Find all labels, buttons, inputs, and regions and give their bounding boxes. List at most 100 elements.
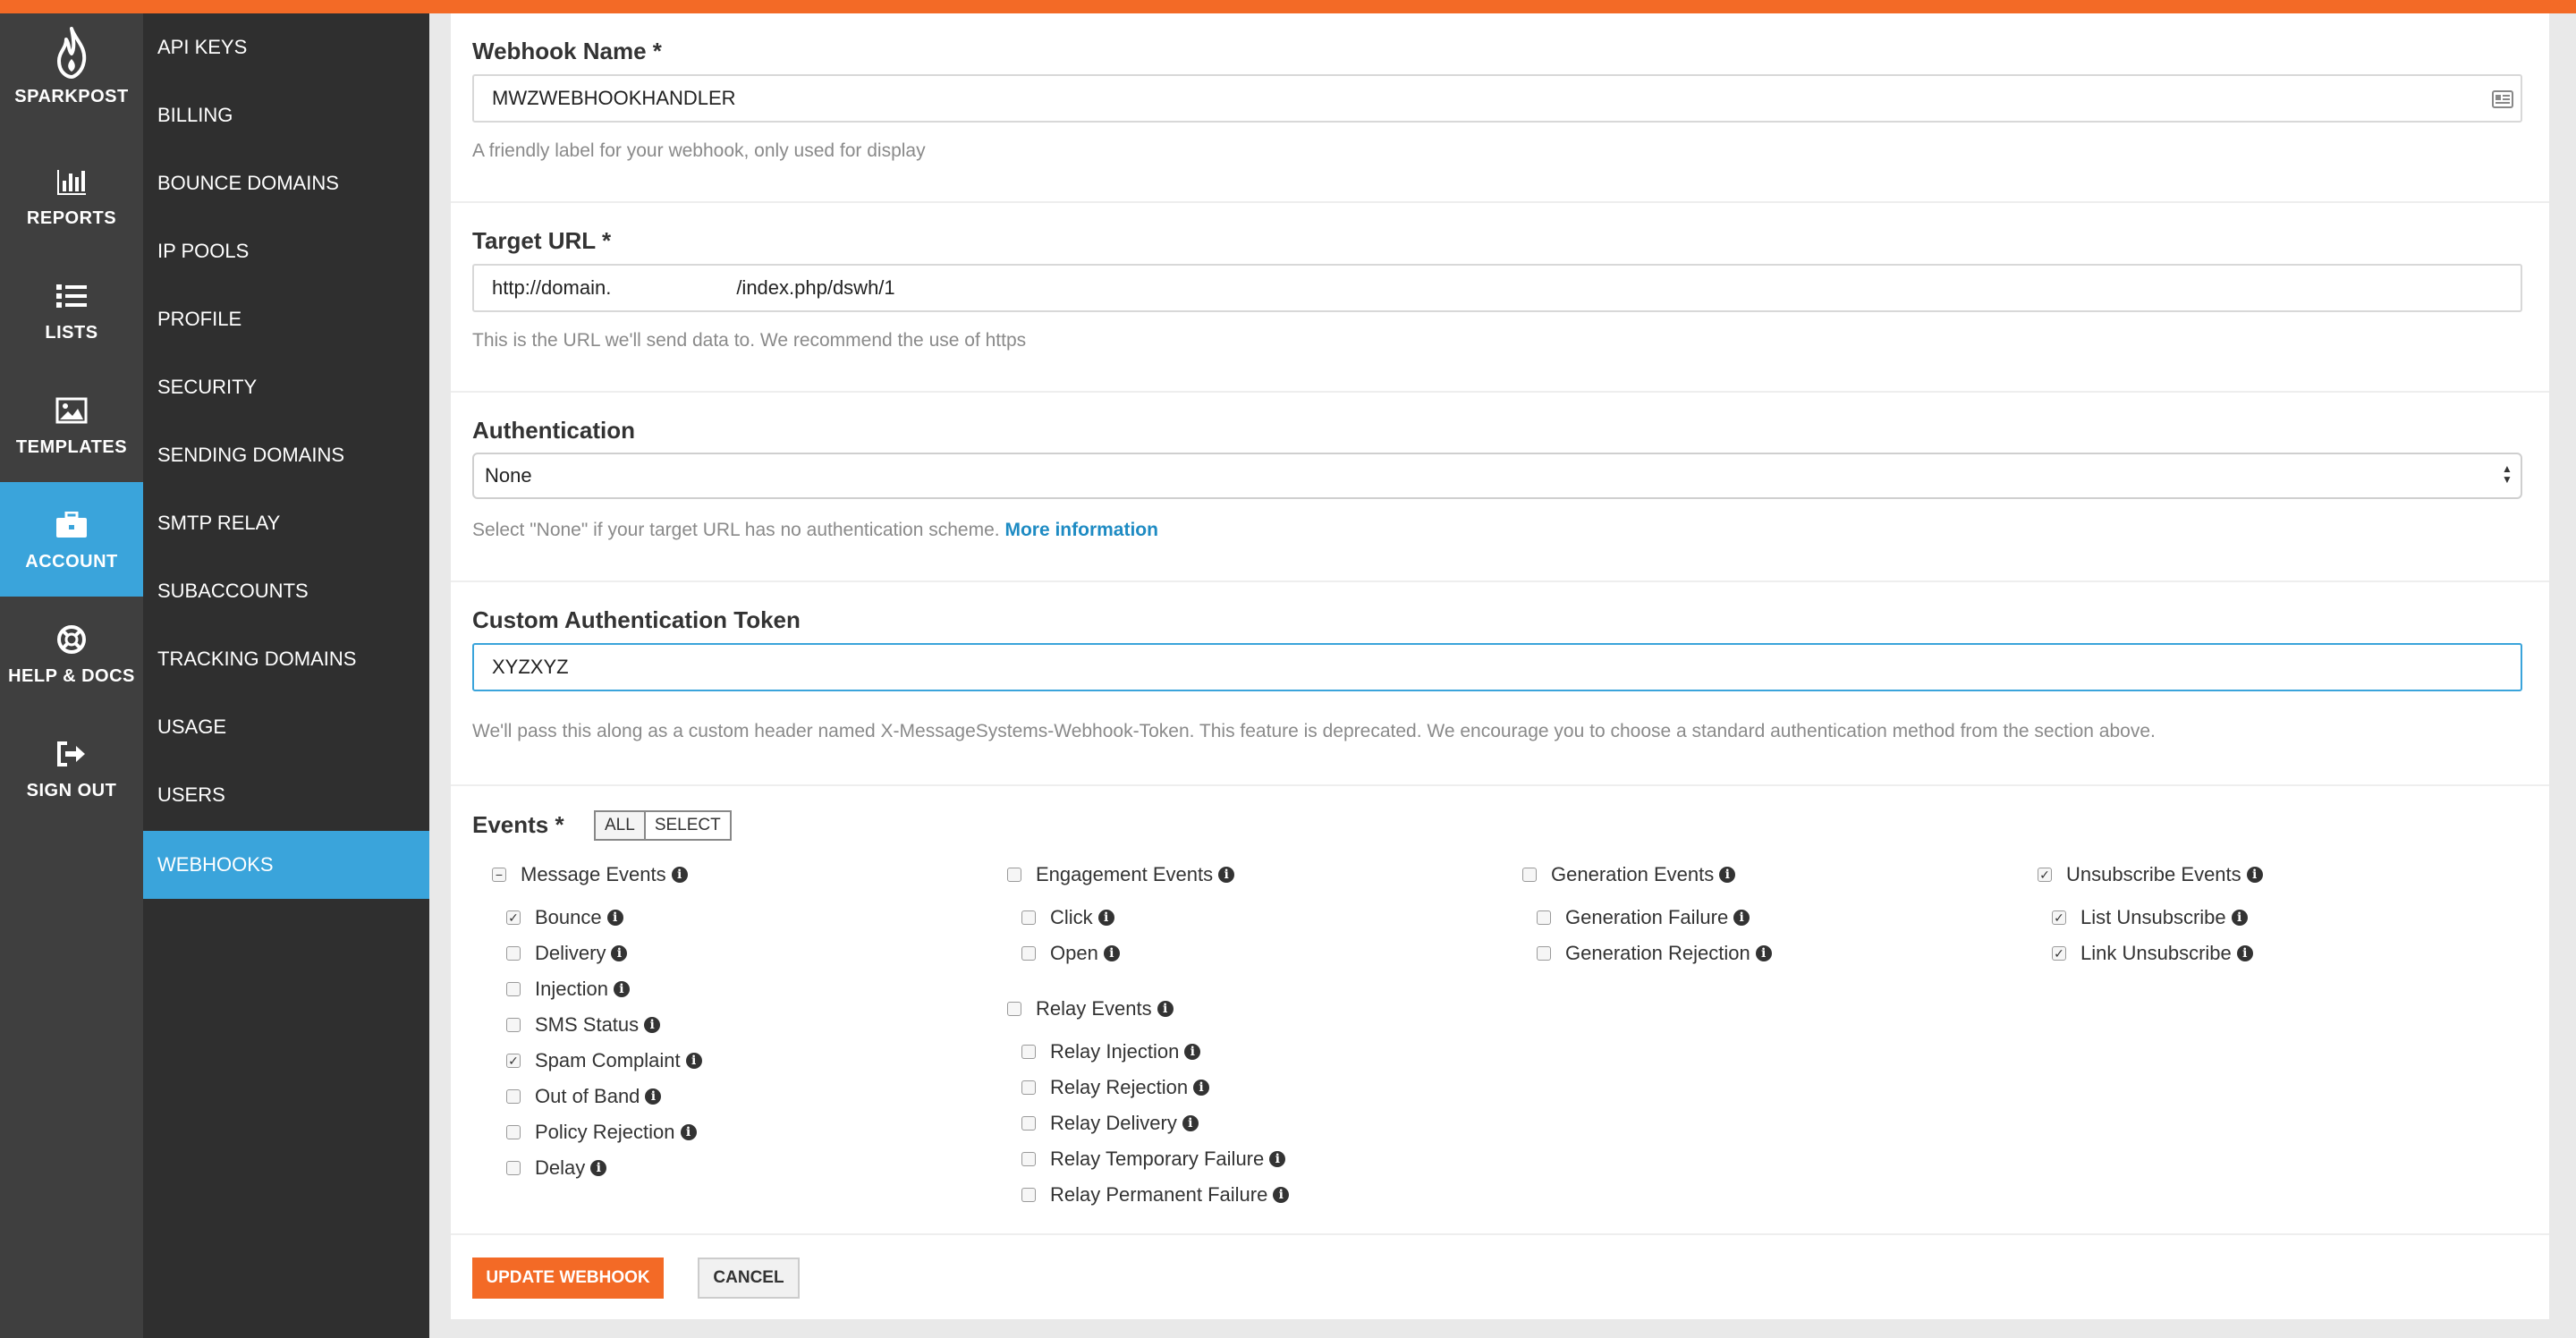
checkbox-unchecked[interactable] — [1021, 1188, 1036, 1202]
event-item-spam-complaint[interactable]: ✓ Spam Complaint i — [506, 1047, 702, 1074]
info-icon[interactable]: i — [1157, 1001, 1174, 1017]
rail-item-templates[interactable]: TEMPLATES — [0, 368, 143, 482]
checkbox-unchecked[interactable] — [1021, 1152, 1036, 1166]
info-icon[interactable]: i — [1182, 1115, 1199, 1131]
submenu-item-usage[interactable]: USAGE — [143, 693, 429, 761]
sparkpost-logo[interactable]: SPARKPOST — [0, 13, 143, 119]
checkbox-checked[interactable]: ✓ — [2052, 946, 2066, 961]
event-item-bounce[interactable]: ✓ Bounce i — [506, 904, 623, 931]
more-information-link[interactable]: More information — [1004, 520, 1158, 540]
checkbox-unchecked[interactable] — [1021, 946, 1036, 961]
checkbox-unchecked[interactable] — [506, 1089, 521, 1104]
checkbox-unchecked[interactable] — [1021, 1080, 1036, 1095]
target-url-input[interactable]: http://domain. /index.php/dswh/1 — [472, 264, 2522, 312]
checkbox-unchecked[interactable] — [506, 1018, 521, 1032]
info-icon[interactable]: i — [1184, 1044, 1201, 1060]
webhook-name-input[interactable] — [472, 74, 2522, 123]
submenu-item-security[interactable]: SECURITY — [143, 353, 429, 421]
submenu-item-profile[interactable]: PROFILE — [143, 285, 429, 353]
rail-item-lists[interactable]: LISTS — [0, 253, 143, 368]
checkbox-checked[interactable]: ✓ — [506, 910, 521, 925]
checkbox-unchecked[interactable] — [506, 1125, 521, 1139]
submenu-item-bounce-domains[interactable]: BOUNCE DOMAINS — [143, 149, 429, 217]
info-icon[interactable]: i — [680, 1124, 697, 1140]
update-webhook-button[interactable]: UPDATE WEBHOOK — [472, 1258, 664, 1299]
info-icon[interactable]: i — [611, 945, 628, 961]
submenu-item-billing[interactable]: BILLING — [143, 81, 429, 149]
event-item-generation-failure[interactable]: Generation Failure i — [1537, 904, 1750, 931]
checkbox-unchecked[interactable] — [1522, 868, 1537, 882]
info-icon[interactable]: i — [644, 1017, 661, 1033]
checkbox-unchecked[interactable] — [1007, 1002, 1021, 1016]
info-icon[interactable]: i — [1273, 1187, 1290, 1203]
event-group-generation[interactable]: Generation Events i — [1522, 861, 1736, 888]
cancel-button[interactable]: CANCEL — [698, 1258, 800, 1299]
info-icon[interactable]: i — [606, 910, 623, 926]
info-icon[interactable]: i — [1269, 1151, 1286, 1167]
authentication-select[interactable]: None ▲ ▼ — [472, 453, 2522, 499]
checkbox-unchecked[interactable] — [1537, 910, 1551, 925]
checkbox-unchecked[interactable] — [1021, 1116, 1036, 1131]
event-item-link-unsubscribe[interactable]: ✓ Link Unsubscribe i — [2052, 940, 2253, 967]
checkbox-checked[interactable]: ✓ — [2052, 910, 2066, 925]
event-group-message[interactable]: − Message Events i — [492, 861, 688, 888]
info-icon[interactable]: i — [590, 1160, 607, 1176]
event-item-relay-permanent-failure[interactable]: Relay Permanent Failure i — [1021, 1181, 1290, 1208]
event-item-policy-rejection[interactable]: Policy Rejection i — [506, 1119, 697, 1146]
submenu-item-subaccounts[interactable]: SUBACCOUNTS — [143, 557, 429, 625]
events-toggle-select[interactable]: SELECT — [643, 812, 730, 839]
event-item-relay-rejection[interactable]: Relay Rejection i — [1021, 1074, 1210, 1101]
checkbox-unchecked[interactable] — [1537, 946, 1551, 961]
event-item-relay-temporary-failure[interactable]: Relay Temporary Failure i — [1021, 1146, 1286, 1173]
checkbox-checked[interactable]: ✓ — [2038, 868, 2052, 882]
event-group-engagement[interactable]: Engagement Events i — [1007, 861, 1235, 888]
event-item-delivery[interactable]: Delivery i — [506, 940, 628, 967]
submenu-item-webhooks[interactable]: WEBHOOKS — [143, 831, 429, 899]
event-item-delay[interactable]: Delay i — [506, 1155, 607, 1181]
checkbox-unchecked[interactable] — [1021, 1045, 1036, 1059]
event-item-relay-injection[interactable]: Relay Injection i — [1021, 1038, 1201, 1065]
info-icon[interactable]: i — [2231, 910, 2248, 926]
rail-item-account[interactable]: ACCOUNT — [0, 482, 143, 597]
checkbox-unchecked[interactable] — [1007, 868, 1021, 882]
info-icon[interactable]: i — [1218, 867, 1235, 883]
events-toggle-all[interactable]: ALL — [596, 812, 644, 839]
event-item-generation-rejection[interactable]: Generation Rejection i — [1537, 940, 1772, 967]
checkbox-checked[interactable]: ✓ — [506, 1054, 521, 1068]
event-item-list-unsubscribe[interactable]: ✓ List Unsubscribe i — [2052, 904, 2248, 931]
info-icon[interactable]: i — [1755, 945, 1772, 961]
checkbox-indeterminate[interactable]: − — [492, 868, 506, 882]
info-icon[interactable]: i — [2246, 867, 2263, 883]
info-icon[interactable]: i — [613, 981, 630, 997]
checkbox-unchecked[interactable] — [506, 946, 521, 961]
event-item-click[interactable]: Click i — [1021, 904, 1114, 931]
event-item-sms-status[interactable]: SMS Status i — [506, 1012, 661, 1038]
info-icon[interactable]: i — [685, 1053, 702, 1069]
checkbox-unchecked[interactable] — [506, 982, 521, 996]
info-icon[interactable]: i — [671, 867, 688, 883]
submenu-item-smtp-relay[interactable]: SMTP RELAY — [143, 489, 429, 557]
checkbox-unchecked[interactable] — [506, 1161, 521, 1175]
event-group-relay[interactable]: Relay Events i — [1007, 995, 1174, 1022]
rail-item-sign-out[interactable]: SIGN OUT — [0, 711, 143, 826]
event-group-unsubscribe[interactable]: ✓ Unsubscribe Events i — [2038, 861, 2263, 888]
rail-item-help-docs[interactable]: HELP & DOCS — [0, 597, 143, 711]
event-item-open[interactable]: Open i — [1021, 940, 1120, 967]
info-icon[interactable]: i — [1719, 867, 1736, 883]
info-icon[interactable]: i — [1103, 945, 1120, 961]
contact-card-icon[interactable] — [2492, 90, 2513, 108]
info-icon[interactable]: i — [1733, 910, 1750, 926]
info-icon[interactable]: i — [1193, 1080, 1210, 1096]
submenu-item-users[interactable]: USERS — [143, 761, 429, 829]
rail-item-reports[interactable]: REPORTS — [0, 139, 143, 253]
info-icon[interactable]: i — [2236, 945, 2253, 961]
event-item-injection[interactable]: Injection i — [506, 976, 630, 1003]
info-icon[interactable]: i — [1097, 910, 1114, 926]
custom-token-input[interactable] — [472, 643, 2522, 691]
event-item-relay-delivery[interactable]: Relay Delivery i — [1021, 1110, 1199, 1137]
info-icon[interactable]: i — [645, 1088, 662, 1105]
submenu-item-ip-pools[interactable]: IP POOLS — [143, 217, 429, 285]
submenu-item-api-keys[interactable]: API KEYS — [143, 13, 429, 81]
event-item-out-of-band[interactable]: Out of Band i — [506, 1083, 662, 1110]
submenu-item-tracking-domains[interactable]: TRACKING DOMAINS — [143, 625, 429, 693]
